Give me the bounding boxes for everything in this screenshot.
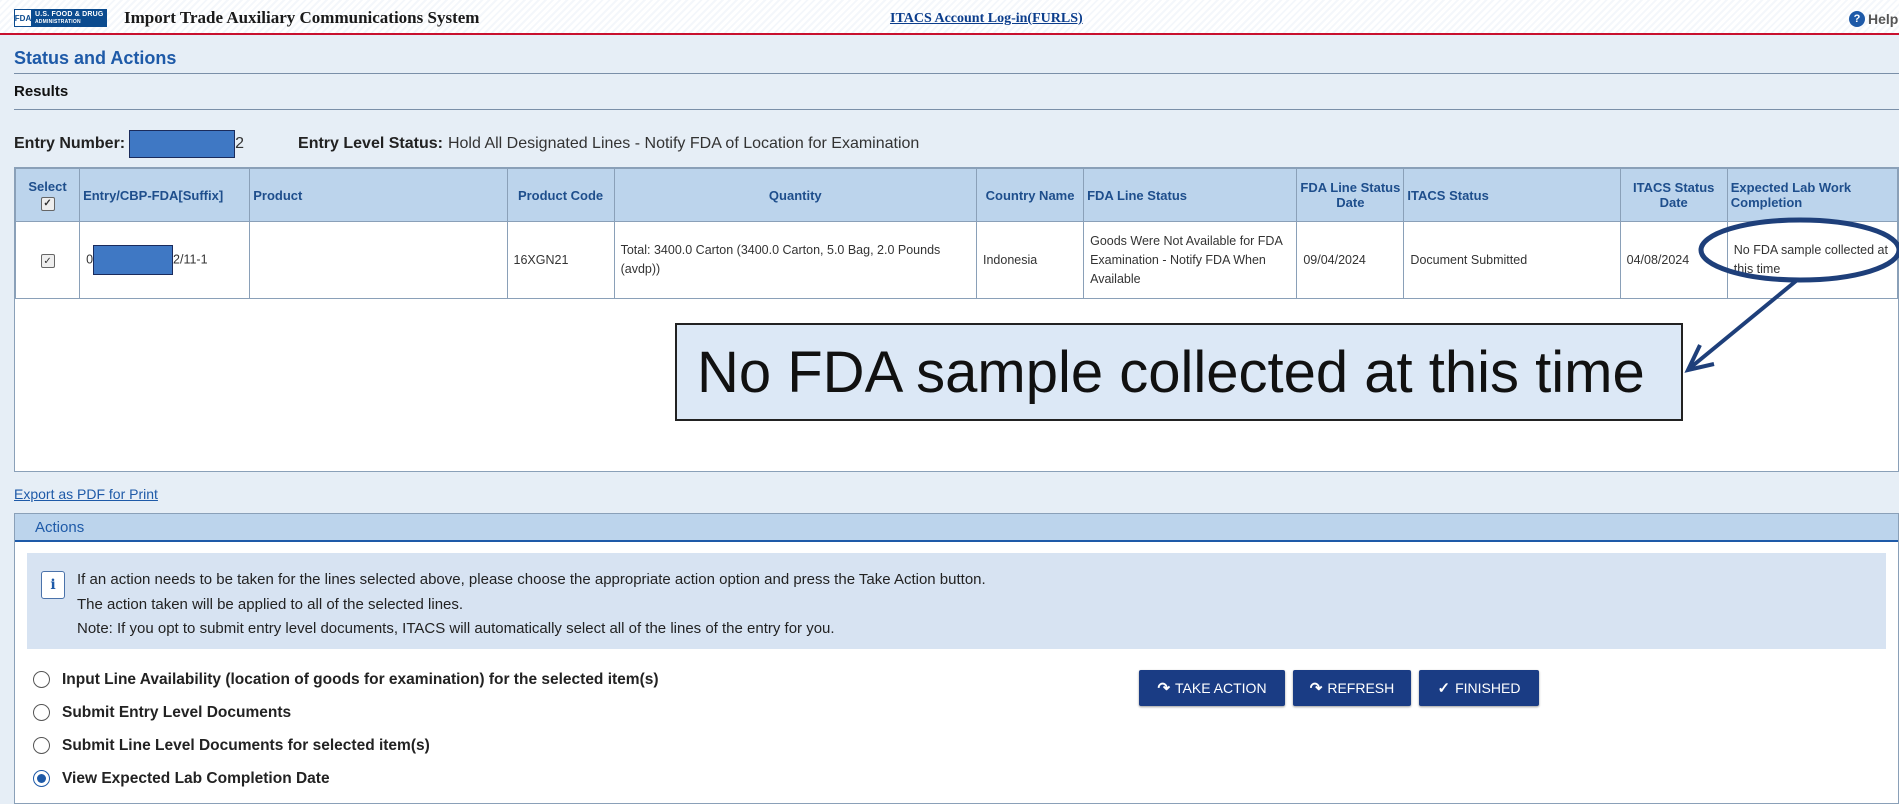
option-submit-line-docs[interactable]: Submit Line Level Documents for selected… [33, 729, 659, 762]
info-line-1: If an action needs to be taken for the l… [77, 571, 986, 588]
option-label: Submit Entry Level Documents [62, 703, 292, 721]
refresh-icon: ↷ [1309, 680, 1323, 697]
option-label: View Expected Lab Completion Date [62, 769, 330, 787]
actions-panel: Actions i If an action needs to be taken… [14, 513, 1899, 804]
actions-header: Actions [15, 514, 1898, 542]
highlight-ellipse [1698, 217, 1899, 283]
refresh-button[interactable]: ↷ REFRESH [1293, 670, 1411, 706]
radio-button-selected[interactable] [33, 770, 50, 787]
callout-arrow-line [1688, 279, 1798, 370]
refresh-label: REFRESH [1327, 680, 1395, 696]
radio-button[interactable] [33, 737, 50, 754]
info-box: i If an action needs to be taken for the… [27, 553, 1886, 649]
info-line-2: The action taken will be applied to all … [77, 595, 464, 613]
option-view-lab-completion[interactable]: View Expected Lab Completion Date [33, 762, 659, 795]
radio-button[interactable] [33, 704, 50, 721]
option-input-line-availability[interactable]: Input Line Availability (location of goo… [33, 663, 659, 696]
option-label: Input Line Availability (location of goo… [62, 670, 659, 688]
annotation-callout: No FDA sample collected at this time [675, 323, 1683, 421]
finished-label: FINISHED [1455, 680, 1521, 696]
option-label: Submit Line Level Documents for selected… [62, 736, 430, 754]
info-line-3: Note: If you opt to submit entry level d… [77, 620, 835, 637]
info-text: If an action needs to be taken for the l… [77, 568, 986, 642]
info-icon: i [41, 571, 65, 599]
check-icon: ✓ [1437, 680, 1451, 697]
take-action-icon: ↷ [1157, 680, 1171, 697]
export-pdf-link[interactable]: Export as PDF for Print [14, 486, 158, 502]
action-options: Input Line Availability (location of goo… [33, 663, 659, 795]
radio-button[interactable] [33, 671, 50, 688]
take-action-button[interactable]: ↷ TAKE ACTION [1139, 670, 1285, 706]
finished-button[interactable]: ✓ FINISHED [1419, 670, 1539, 706]
take-action-label: TAKE ACTION [1175, 680, 1267, 696]
option-submit-entry-docs[interactable]: Submit Entry Level Documents [33, 696, 659, 729]
